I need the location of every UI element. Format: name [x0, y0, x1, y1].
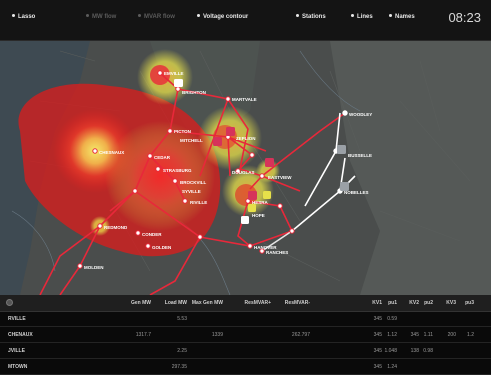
column-header[interactable]: ResMVAR- [285, 300, 310, 306]
station-name-cell: JVILLE [8, 348, 25, 354]
names-label: Names [395, 14, 415, 20]
lines-label: Lines [357, 14, 373, 20]
table-header: Gen MW Load MW Max Gen MW ResMVAR+ ResMVAR- K… [0, 295, 491, 312]
table-cell: 1.2 [467, 332, 474, 338]
column-header[interactable]: ResMVAR+ [245, 300, 271, 306]
bullet-icon [86, 14, 89, 17]
bullet-icon [296, 14, 299, 17]
svg-text:HOPE: HOPE [252, 213, 265, 218]
svg-text:HESRA: HESRA [252, 200, 269, 205]
mvar-flow-toggle[interactable]: MVAR flow [138, 14, 175, 20]
mw-flow-label: MW flow [92, 14, 117, 20]
bullet-icon [12, 14, 15, 17]
column-header[interactable]: pu3 [465, 300, 474, 306]
bullet-icon [138, 14, 141, 17]
table-cell: 0.59 [387, 316, 397, 322]
svg-text:REDMOND: REDMOND [104, 225, 128, 230]
lines-toggle[interactable]: Lines [351, 14, 373, 20]
svg-text:WOODLEY: WOODLEY [349, 112, 372, 117]
grid-map[interactable]: EMVILLE BRIGHTON MARTVALE PICTON MITCHEL… [0, 41, 491, 295]
table-cell: 345 [410, 332, 419, 338]
column-header[interactable]: KV3 [446, 300, 456, 306]
table-cell: 297.35 [171, 364, 187, 370]
table-cell: 1.24 [387, 364, 397, 370]
table-row[interactable]: RVILLE 5.53 345 0.59 [0, 311, 491, 327]
station-name-cell: MTOWN [8, 364, 28, 370]
svg-text:GOLDEN: GOLDEN [152, 245, 171, 250]
table-cell: 2.25 [177, 348, 187, 354]
svg-text:BROCKVILL: BROCKVILL [180, 180, 206, 185]
table-cell: 345 [373, 332, 382, 338]
bullet-icon [197, 14, 200, 17]
table-cell: 345 [373, 348, 382, 354]
column-header[interactable]: KV2 [409, 300, 419, 306]
lasso-label: Lasso [18, 14, 36, 20]
table-cell: 1317.7 [135, 332, 151, 338]
clock: 08:23 [448, 10, 481, 25]
svg-text:BRIGHTON: BRIGHTON [182, 90, 206, 95]
svg-text:STRASBURG: STRASBURG [163, 168, 192, 173]
svg-text:DOUGLAS: DOUGLAS [232, 170, 255, 175]
table-cell: 345 [373, 364, 382, 370]
svg-text:ZEPLION: ZEPLION [236, 136, 256, 141]
stations-toggle[interactable]: Stations [296, 14, 326, 20]
svg-text:BUSSELLE: BUSSELLE [348, 153, 372, 158]
top-toolbar: Lasso MW flow MVAR flow Voltage contour … [0, 0, 491, 41]
column-header[interactable]: KV1 [372, 300, 382, 306]
svg-text:RANCHES: RANCHES [266, 250, 288, 255]
svg-text:NOBELLES: NOBELLES [344, 190, 369, 195]
svg-text:MOLDEN: MOLDEN [84, 265, 104, 270]
table-cell: 5.53 [177, 316, 187, 322]
stations-label: Stations [302, 14, 326, 20]
table-cell: 138 [410, 348, 419, 354]
table-row[interactable]: CHENAUX 1317.7 1339 262.797 345 1.12 345 1.11 20… [0, 327, 491, 343]
station-name-cell: CHENAUX [8, 332, 33, 338]
svg-text:RIVILLE: RIVILLE [190, 200, 207, 205]
table-cell: 1.11 [423, 332, 433, 338]
bullet-icon [351, 14, 354, 17]
bullet-icon [389, 14, 392, 17]
table-cell: 345 [373, 316, 382, 322]
gear-icon[interactable] [6, 299, 13, 306]
column-header[interactable]: Load MW [165, 300, 187, 306]
table-cell: 1.12 [387, 332, 397, 338]
svg-text:SYVILLE: SYVILLE [182, 189, 201, 194]
table-cell: 200 [447, 332, 456, 338]
svg-text:MARTVALE: MARTVALE [232, 97, 257, 102]
column-header[interactable]: pu2 [424, 300, 433, 306]
svg-text:CONDER: CONDER [142, 232, 162, 237]
table-cell: 1.048 [384, 348, 397, 354]
table-cell: 0.98 [423, 348, 433, 354]
voltage-contour-label: Voltage contour [203, 14, 249, 20]
table-cell: 262.797 [291, 332, 310, 338]
station-data-table: Gen MW Load MW Max Gen MW ResMVAR+ ResMVAR- K… [0, 295, 491, 375]
column-header[interactable]: pu1 [388, 300, 397, 306]
column-header[interactable]: Gen MW [131, 300, 151, 306]
svg-text:EMVILLE: EMVILLE [164, 71, 184, 76]
table-row[interactable]: JVILLE 2.25 345 1.048 138 0.98 [0, 343, 491, 359]
mvar-flow-label: MVAR flow [144, 14, 175, 20]
station-name-cell: RVILLE [8, 316, 26, 322]
svg-text:CEDAR: CEDAR [154, 155, 171, 160]
table-cell: 1339 [211, 332, 223, 338]
lasso-toggle[interactable]: Lasso [12, 14, 35, 20]
svg-text:MITCHELL: MITCHELL [180, 138, 203, 143]
names-toggle[interactable]: Names [389, 14, 415, 20]
map-canvas[interactable]: EMVILLE BRIGHTON MARTVALE PICTON MITCHEL… [0, 41, 491, 295]
svg-text:PICTON: PICTON [174, 129, 191, 134]
voltage-contour-toggle[interactable]: Voltage contour [197, 14, 248, 20]
mw-flow-toggle[interactable]: MW flow [86, 14, 116, 20]
svg-text:EASTVIEW: EASTVIEW [268, 175, 292, 180]
svg-text:CHESNAUX: CHESNAUX [99, 150, 124, 155]
table-row[interactable]: MTOWN 297.35 345 1.24 [0, 359, 491, 375]
column-header[interactable]: Max Gen MW [192, 300, 223, 306]
